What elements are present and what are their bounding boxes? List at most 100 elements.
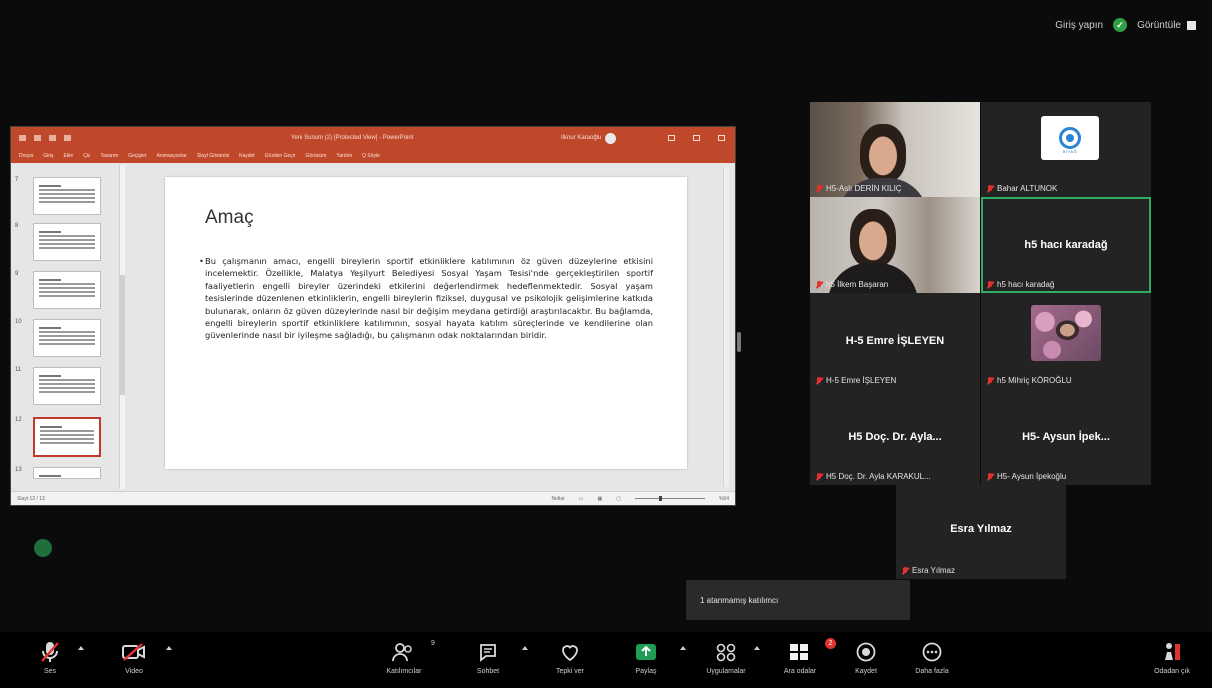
slide-thumbnail[interactable]: [33, 177, 101, 215]
toolbar-label: Sohbet: [476, 668, 500, 675]
chevron-up-icon[interactable]: [78, 646, 84, 650]
muted-mic-icon: [816, 280, 822, 289]
thumbnail-scrollbar: [119, 165, 125, 489]
ribbon-tab[interactable]: Gözden Geçir: [265, 153, 296, 159]
ribbon-tab[interactable]: Kaydet: [239, 153, 255, 159]
ribbon-tab[interactable]: Ekle: [63, 153, 73, 159]
participant-name: h5 İlkem Başaran: [826, 280, 889, 289]
record-button[interactable]: Kaydet: [836, 638, 896, 675]
apps-button[interactable]: Uygulamalar: [696, 638, 756, 675]
split-view-handle[interactable]: [737, 332, 741, 352]
chevron-up-icon[interactable]: [680, 646, 686, 650]
slide-thumbnail[interactable]: [33, 319, 101, 357]
thumbnail-number: 13: [15, 467, 22, 473]
toolbar-label: Video: [125, 668, 143, 675]
toolbar-label: Odadan çık: [1154, 668, 1190, 675]
participant-tile[interactable]: h5 hacı karadağ h5 hacı karadağ: [981, 197, 1151, 293]
share-screen-icon: [634, 638, 658, 666]
redo-icon: [49, 135, 56, 141]
participant-name-label: H5 Doç. Dr. Ayla KARAKUL...: [816, 472, 931, 481]
thumbnail-number: 10: [15, 319, 22, 325]
thumbnail-line: [40, 442, 94, 444]
participant-tile[interactable]: h5 Mihriç KÖROĞLU: [981, 293, 1151, 389]
slide-thumbnail[interactable]: [33, 223, 101, 261]
ppt-user: Ilknur Karaoğlu: [561, 132, 617, 144]
save-icon: [19, 135, 26, 141]
breakout-button[interactable]: 2 Ara odalar: [770, 638, 836, 675]
more-button[interactable]: Daha fazla: [902, 638, 962, 675]
thumbnail-number: 8: [15, 223, 19, 229]
leave-button[interactable]: Odadan çık: [1142, 638, 1202, 675]
undo-icon: [34, 135, 41, 141]
ribbon-tab[interactable]: Animasyonlar: [157, 153, 187, 159]
maximize-icon: [693, 135, 700, 141]
slide-thumbnail[interactable]: [33, 367, 101, 405]
ribbon-tab[interactable]: Yardım: [336, 153, 352, 159]
thumbnail-line: [39, 193, 95, 195]
ribbon-tab[interactable]: Giriş: [43, 153, 53, 159]
participant-display-name: Esra Yılmaz: [950, 522, 1012, 535]
participant-name-label: Esra Yılmaz: [902, 566, 955, 575]
ppt-user-name: Ilknur Karaoğlu: [561, 135, 602, 141]
unassigned-participants-notice[interactable]: 1 atanmamış katılımcı: [686, 580, 910, 620]
notes-button: Notlar: [551, 495, 565, 502]
slide-thumbnail[interactable]: [33, 467, 101, 479]
chevron-up-icon[interactable]: [754, 646, 760, 650]
ribbon-tab[interactable]: Geçişler: [128, 153, 146, 159]
slide-thumbnail[interactable]: [33, 271, 101, 309]
participant-name-label: h5 İlkem Başaran: [816, 280, 888, 289]
thumbnail-line: [39, 291, 95, 293]
sorter-view-icon: ▦: [597, 495, 603, 502]
participant-tile[interactable]: h5 İlkem Başaran: [810, 197, 980, 293]
participant-tile[interactable]: H5- Aysun İpek... H5- Aysun İpekoğlu: [981, 389, 1151, 485]
more-icon: [921, 638, 943, 666]
quick-access-toolbar: [19, 135, 71, 141]
logo-text: BİYAĞ: [1062, 149, 1078, 154]
top-bar: Giriş yapın ✓ Görüntüle: [1055, 18, 1196, 32]
view-button[interactable]: Görüntüle: [1137, 20, 1196, 31]
thumbnail-line: [39, 391, 95, 393]
chevron-up-icon[interactable]: [522, 646, 528, 650]
person-silhouette: [860, 124, 906, 182]
video-button[interactable]: Video: [104, 638, 164, 675]
thumbnail-line: [39, 475, 62, 477]
ribbon-tab[interactable]: Tasarım: [100, 153, 118, 159]
participant-name: H5- Aysun İpekoğlu: [997, 472, 1067, 481]
shield-icon[interactable]: ✓: [1113, 18, 1128, 32]
ribbon-tab[interactable]: Çiz: [83, 153, 90, 159]
view-label: Görüntüle: [1137, 19, 1181, 31]
mute-button[interactable]: Ses: [20, 638, 80, 675]
participant-tile[interactable]: Esra Yılmaz Esra Yılmaz: [896, 485, 1066, 579]
slide-counter: Slayt 12 / 13: [17, 495, 45, 502]
toolbar-label: Tepki ver: [555, 668, 584, 675]
toolbar-label: Kaydet: [855, 668, 877, 675]
user-avatar-icon: [605, 132, 617, 144]
thumbnail-line: [39, 197, 95, 199]
participant-tile[interactable]: H-5 Emre İŞLEYEN H-5 Emre İŞLEYEN: [810, 293, 980, 389]
ribbon-tab[interactable]: Dosya: [19, 153, 33, 159]
participant-name-label: H-5 Emre İŞLEYEN: [816, 376, 896, 385]
muted-mic-icon: [987, 472, 993, 481]
ribbon-tab[interactable]: Slayt Gösterisi: [197, 153, 229, 159]
thumbnail-line: [39, 379, 95, 381]
slide-thumbnail[interactable]: [33, 417, 101, 457]
ribbon-tab[interactable]: Q Söyle: [362, 153, 380, 159]
participant-profile-photo: [1031, 305, 1101, 361]
chat-button[interactable]: Sohbet: [458, 638, 518, 675]
share-button[interactable]: Paylaş: [616, 638, 676, 675]
participant-tile[interactable]: BİYAĞ Bahar ALTUNOK: [981, 102, 1151, 197]
toolbar-label: Ses: [43, 668, 57, 675]
screen-share-indicator-icon[interactable]: [34, 539, 52, 557]
slide-body-text: Bu çalışmanın amacı, engelli bireylerin …: [199, 255, 653, 342]
ppt-titlebar: Yeni Sunum (2) [Protected View] - PowerP…: [11, 127, 735, 149]
chevron-up-icon[interactable]: [166, 646, 172, 650]
participant-tile[interactable]: H5-Aslı DERİN KILIÇ: [810, 102, 980, 197]
participant-tile[interactable]: H5 Doç. Dr. Ayla... H5 Doç. Dr. Ayla KARA…: [810, 389, 980, 485]
slide-scrollbar: [723, 167, 729, 487]
signin-link[interactable]: Giriş yapın: [1055, 20, 1103, 31]
notification-badge: 2: [825, 638, 836, 649]
thumbnail-line: [39, 387, 95, 389]
reactions-button[interactable]: Tepki ver: [540, 638, 600, 675]
participants-button[interactable]: 9 Katılımcılar: [374, 638, 434, 675]
ribbon-tab[interactable]: Görünüm: [306, 153, 327, 159]
